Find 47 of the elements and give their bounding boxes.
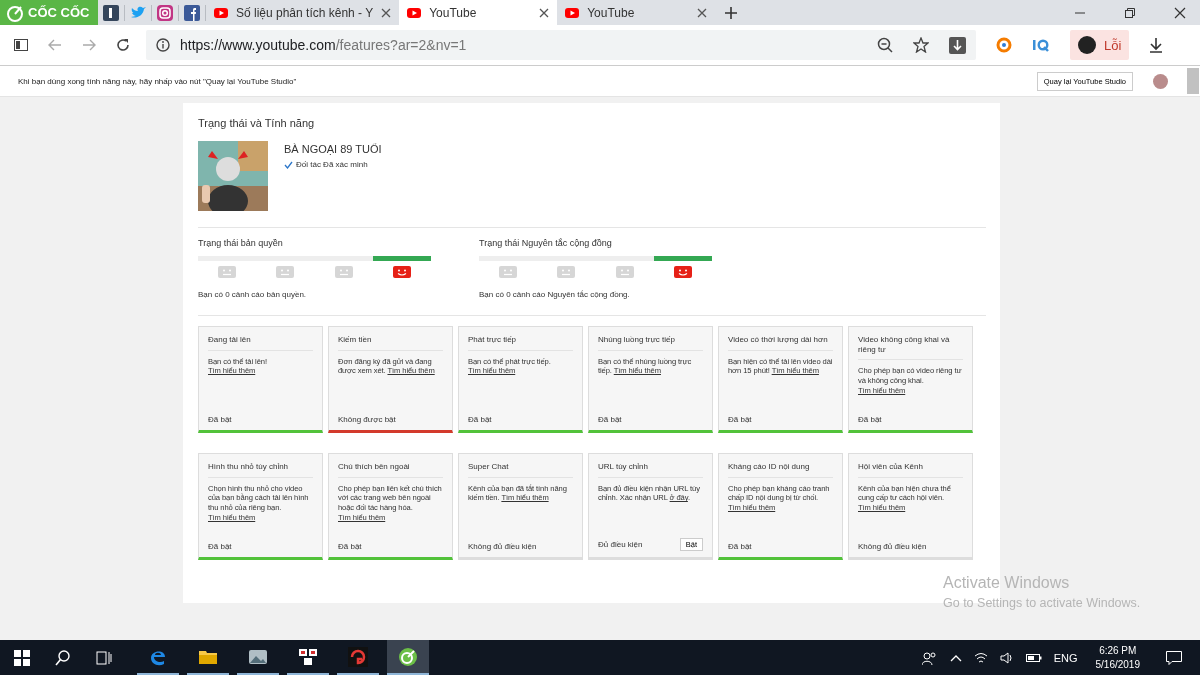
card-title: Kiếm tiền [338, 335, 443, 351]
card-title: Video có thời lượng dài hơn [728, 335, 833, 351]
meter-title: Trạng thái bản quyền [198, 238, 284, 248]
status-label: Không được bật [338, 415, 396, 424]
card-title: Super Chat [468, 462, 573, 478]
status-label: Đã bật [858, 415, 882, 424]
status-label: Đã bật [468, 415, 492, 424]
meter-title: Trạng thái Nguyên tắc cộng đồng [479, 238, 613, 248]
status-label: Không đủ điều kiện [858, 542, 927, 551]
card-title: Hội viên của Kênh [858, 462, 963, 478]
status-label: Đã bật [338, 542, 362, 551]
card-title: Nhúng luồng trực tiếp [598, 335, 703, 351]
tab-title: Số liệu phân tích kênh - Y [236, 5, 374, 20]
meter-note: Bạn có 0 cảnh cáo Nguyên tắc cộng đồng. [479, 290, 631, 299]
activation-title: Activate Windows [943, 574, 1071, 592]
browser-tab[interactable]: Số liệu phân tích kênh - Y [206, 0, 400, 25]
status-label: Đã bật [208, 542, 232, 551]
browser-tab[interactable]: YouTube [557, 0, 716, 25]
browser-tab[interactable]: YouTube [399, 0, 558, 25]
profile-button[interactable]: Lỗi [1070, 30, 1130, 60]
brand-name: CỐC CỐC [28, 5, 90, 20]
status-label: Đã bật [208, 415, 232, 424]
section-title: Trạng thái và Tính năng [198, 117, 316, 129]
status-label: Đã bật [728, 542, 752, 551]
card-title: Phát trực tiếp [468, 335, 573, 351]
clock-date[interactable]: 5/16/2019 [1095, 659, 1140, 670]
status-label: Đủ điều kiện [598, 540, 643, 549]
card-title: URL tùy chỉnh [598, 462, 703, 478]
notice-text: Khi bạn dùng xong tính năng này, hãy nhấp vào nút "Quay lại YouTube Studio" [18, 76, 298, 86]
verified-label: Đối tác Đã xác minh [296, 160, 368, 169]
status-label: Đã bật [728, 415, 752, 424]
card-title: Đang tải lên [208, 335, 313, 351]
clock-time[interactable]: 6:26 PM [1099, 645, 1137, 656]
card-title: Video không công khai và riêng tư [858, 335, 963, 361]
tab-title: YouTube [587, 5, 636, 20]
status-label: Không đủ điều kiện [468, 542, 537, 551]
card-title: Hình thu nhỏ tùy chỉnh [208, 462, 313, 478]
activation-subtitle: Go to Settings to activate Windows. [943, 596, 1141, 610]
language-indicator[interactable]: ENG [1053, 651, 1078, 664]
status-label: Đã bật [598, 415, 622, 424]
tab-title: YouTube [429, 5, 478, 20]
url-text: https://www.youtube.com/features?ar=2&nv=1 [180, 37, 468, 53]
address-bar[interactable]: https://www.youtube.com/features?ar=2&nv=1 [146, 30, 976, 60]
meter-note: Bạn có 0 cảnh cáo bản quyền. [198, 290, 308, 299]
channel-name: BÀ NGOẠI 89 TUỔI [284, 143, 382, 155]
card-title: Chú thích bên ngoài [338, 462, 443, 478]
card-title: Kháng cáo ID nội dung [728, 462, 833, 478]
